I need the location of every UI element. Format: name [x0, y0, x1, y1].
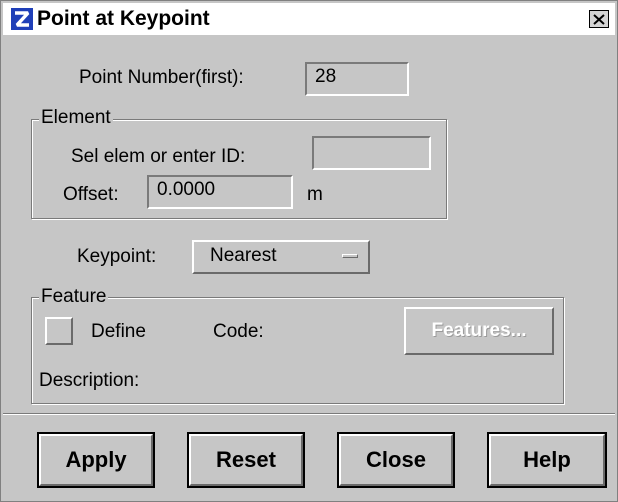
app-logo-icon [11, 8, 33, 30]
help-button[interactable]: Help [487, 432, 607, 488]
keypoint-selected-value: Nearest [210, 245, 277, 266]
features-button-label: Features... [431, 320, 527, 341]
point-number-input[interactable]: 28 [305, 62, 409, 96]
define-checkbox[interactable] [45, 317, 73, 345]
offset-label: Offset: [63, 184, 119, 205]
offset-unit-label: m [307, 184, 323, 205]
separator-highlight [3, 414, 615, 415]
help-button-label: Help [489, 434, 605, 486]
description-label: Description: [39, 370, 140, 391]
sel-elem-label: Sel elem or enter ID: [71, 146, 246, 167]
reset-button-label: Reset [189, 434, 303, 486]
keypoint-option-menu[interactable]: Nearest [192, 240, 370, 274]
element-group-legend: Element [39, 107, 113, 129]
title-bar[interactable]: Point at Keypoint [3, 3, 615, 35]
window-title: Point at Keypoint [37, 7, 210, 30]
close-window-button[interactable] [589, 10, 609, 28]
sel-elem-input[interactable] [312, 136, 431, 170]
reset-button[interactable]: Reset [187, 432, 305, 488]
option-menu-indicator-icon [342, 254, 358, 258]
code-label: Code: [213, 321, 264, 342]
close-button[interactable]: Close [337, 432, 455, 488]
feature-group-legend: Feature [39, 286, 109, 308]
point-number-label: Point Number(first): [79, 67, 244, 88]
define-label: Define [91, 321, 146, 342]
close-button-label: Close [339, 434, 453, 486]
point-at-keypoint-dialog: Point at Keypoint Point Number(first): 2… [0, 0, 618, 502]
offset-input[interactable]: 0.0000 [147, 175, 293, 209]
close-x-icon [593, 13, 605, 25]
features-button[interactable]: Features... [404, 307, 554, 355]
keypoint-label: Keypoint: [77, 246, 157, 267]
apply-button-label: Apply [39, 434, 153, 486]
apply-button[interactable]: Apply [37, 432, 155, 488]
